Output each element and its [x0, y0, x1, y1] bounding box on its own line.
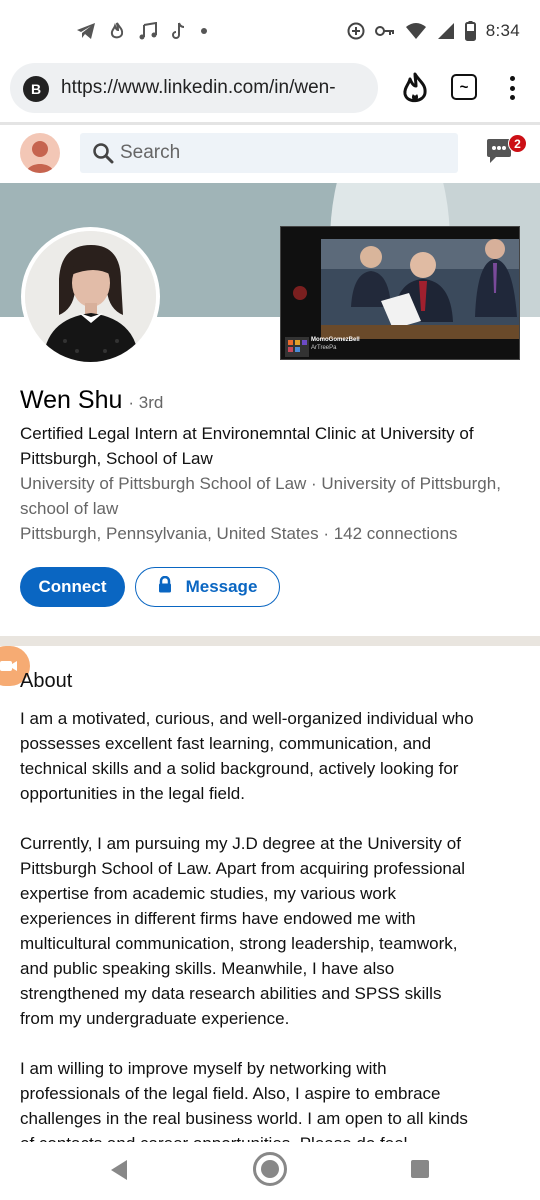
hotspot-icon [347, 22, 365, 40]
about-paragraph: I am a motivated, curious, and well-orga… [20, 709, 474, 803]
lock-icon [158, 575, 172, 598]
telegram-icon [76, 22, 96, 40]
back-icon[interactable] [109, 1159, 129, 1186]
fire-icon[interactable] [400, 72, 430, 106]
fire-notification-icon [110, 22, 124, 40]
status-system-icons: 8:34 [347, 20, 520, 42]
video-caption-sub: ArTreePa [311, 345, 337, 351]
about-paragraph: I am willing to improve myself by networ… [20, 1059, 468, 1142]
about-heading: About [20, 670, 73, 692]
url-text[interactable]: https://www.linkedin.com/in/wen- [61, 77, 367, 99]
dot-icon [200, 27, 208, 35]
connection-degree: · 3rd [128, 393, 164, 412]
profile-name-row: Wen Shu · 3rd [20, 386, 163, 415]
video-overlay[interactable]: MomoGomezBell ArTreePa [280, 226, 520, 360]
wifi-icon [405, 22, 427, 40]
section-separator [0, 636, 540, 646]
site-info-icon[interactable]: B [23, 76, 49, 102]
status-notification-icons [76, 20, 208, 42]
search-bar[interactable] [80, 133, 458, 173]
battery-icon [464, 21, 476, 41]
address-bar[interactable]: B https://www.linkedin.com/in/wen- [10, 63, 378, 113]
profile-photo-image [25, 231, 156, 362]
more-menu-icon[interactable] [500, 74, 524, 102]
about-text: I am a motivated, curious, and well-orga… [20, 706, 480, 1142]
status-bar: 8:34 [0, 0, 540, 60]
my-avatar[interactable] [20, 133, 60, 173]
profile-education[interactable]: University of Pittsburgh School of Law ·… [20, 471, 525, 521]
profile-name: Wen Shu [20, 386, 123, 414]
search-input[interactable] [120, 133, 440, 173]
signal-icon [437, 22, 455, 40]
messages-count-badge: 2 [508, 134, 527, 153]
tiktok-icon [172, 22, 186, 40]
home-icon[interactable] [253, 1152, 287, 1186]
android-navigation-bar [0, 1142, 540, 1200]
profile-headline: Certified Legal Intern at Environemntal … [20, 424, 474, 468]
music-icon [138, 22, 158, 40]
linkedin-header: 2 [0, 125, 540, 183]
connect-button[interactable]: Connect [20, 567, 125, 607]
profile-location: Pittsburgh, Pennsylvania, United States … [20, 524, 458, 543]
message-button-label: Message [185, 577, 258, 596]
about-paragraph: Currently, I am pursuing my J.D degree a… [20, 834, 466, 1028]
vpn-key-icon [374, 24, 395, 38]
search-icon [92, 142, 114, 164]
status-time: 8:34 [485, 21, 520, 40]
recents-icon[interactable] [411, 1160, 429, 1178]
profile-photo[interactable] [21, 227, 160, 366]
extension-icon[interactable]: ~ [451, 74, 477, 100]
video-caption-name: MomoGomezBell [311, 337, 360, 343]
browser-toolbar: B https://www.linkedin.com/in/wen- ~ [0, 60, 540, 122]
message-button[interactable]: Message [135, 567, 280, 607]
